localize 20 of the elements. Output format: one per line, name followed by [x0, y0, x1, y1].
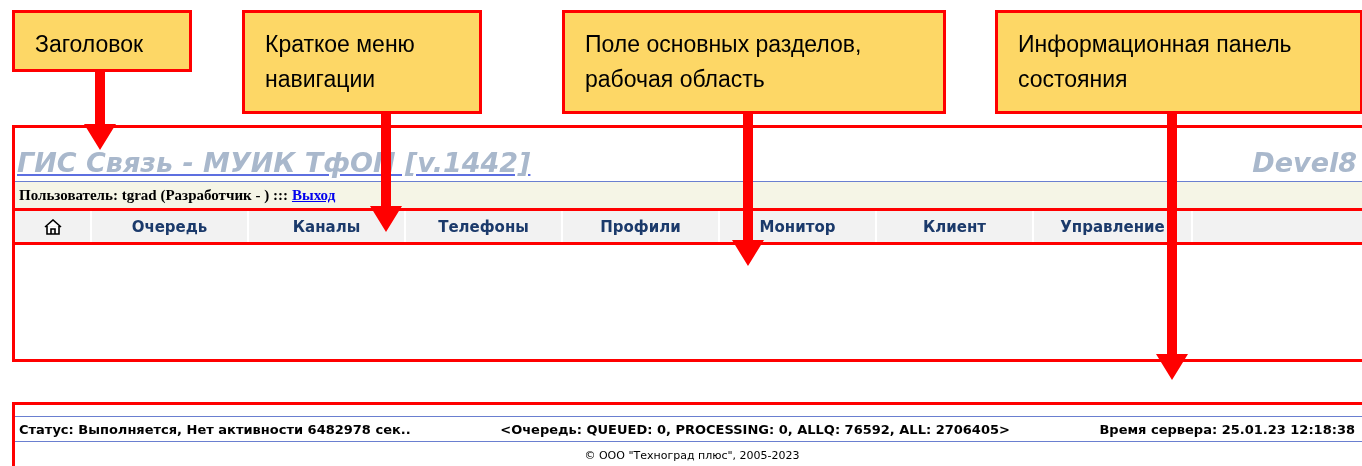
user-info: Пользователь: tgrad (Разработчик - ) :::	[19, 186, 288, 204]
callout: Информационная панель состояния	[995, 10, 1362, 114]
callout: Заголовок	[12, 10, 192, 72]
nav-tab[interactable]: Профили	[563, 211, 718, 242]
server-name: Devel8	[1252, 147, 1357, 178]
logout-link[interactable]: Выход	[291, 186, 336, 204]
status-text: Статус: Выполняется, Нет активности 6482978 сек..	[19, 421, 411, 437]
nav-tab[interactable]: Клиент	[877, 211, 1032, 242]
nav-tab[interactable]: Телефоны	[406, 211, 561, 242]
copyright: © ООО "Техноград плюс", 2005-2023	[584, 448, 800, 462]
callout: Краткое меню навигации	[242, 10, 482, 114]
nav-tab[interactable]: Управление	[1034, 211, 1191, 242]
nav-tab[interactable]: Очередь	[92, 211, 247, 242]
nav-tab[interactable]: Монитор	[720, 211, 875, 242]
queue-info: <Очередь: QUEUED: 0, PROCESSING: 0, ALLQ: 76592, ALL: 2706405>	[500, 421, 1010, 437]
nav-tab[interactable]	[15, 211, 90, 242]
home-icon	[43, 218, 62, 235]
nav-tab[interactable]: Каналы	[249, 211, 404, 242]
server-time: Время сервера: 25.01.23 12:18:38	[1099, 421, 1355, 437]
callout: Поле основных разделов, рабочая область	[562, 10, 946, 114]
